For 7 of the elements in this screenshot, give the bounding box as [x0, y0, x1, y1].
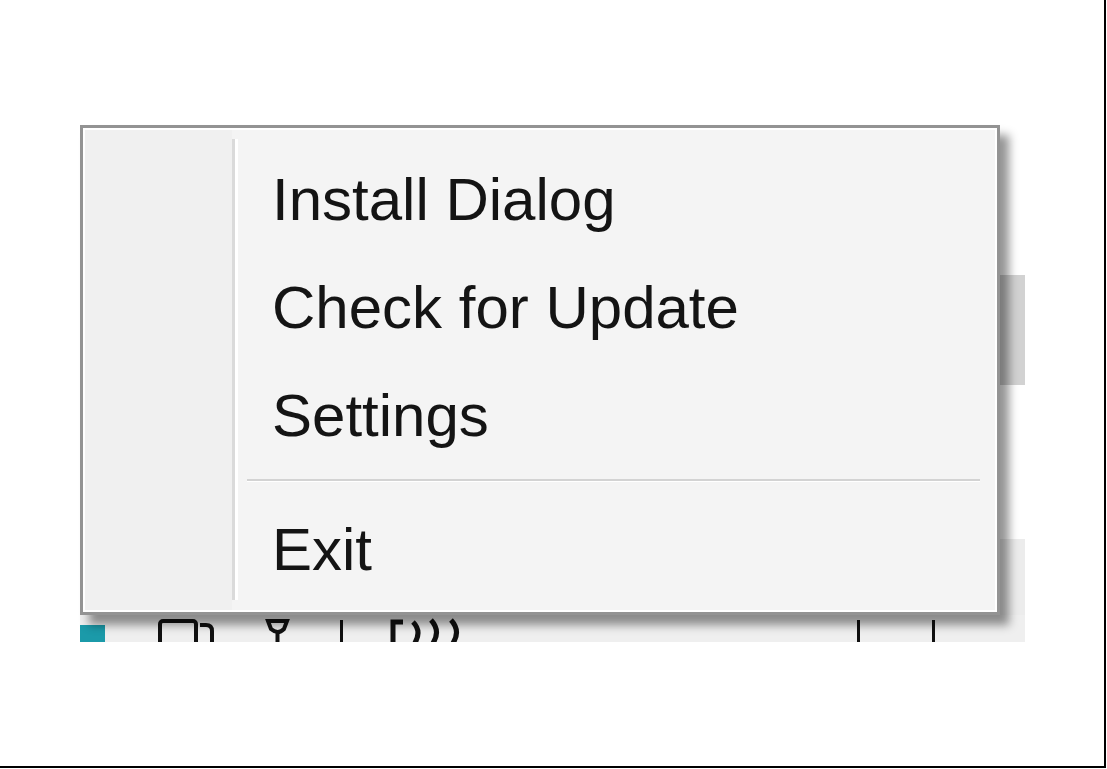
funnel-icon[interactable] — [265, 618, 290, 642]
window-icon[interactable] — [158, 619, 215, 642]
menu-item[interactable]: Install Dialog — [247, 146, 980, 254]
tile-icon[interactable] — [80, 625, 105, 642]
menu-item[interactable]: Check for Update — [247, 254, 980, 362]
menu-item[interactable]: Settings — [247, 362, 980, 470]
menu-item[interactable]: Exit — [247, 496, 980, 604]
